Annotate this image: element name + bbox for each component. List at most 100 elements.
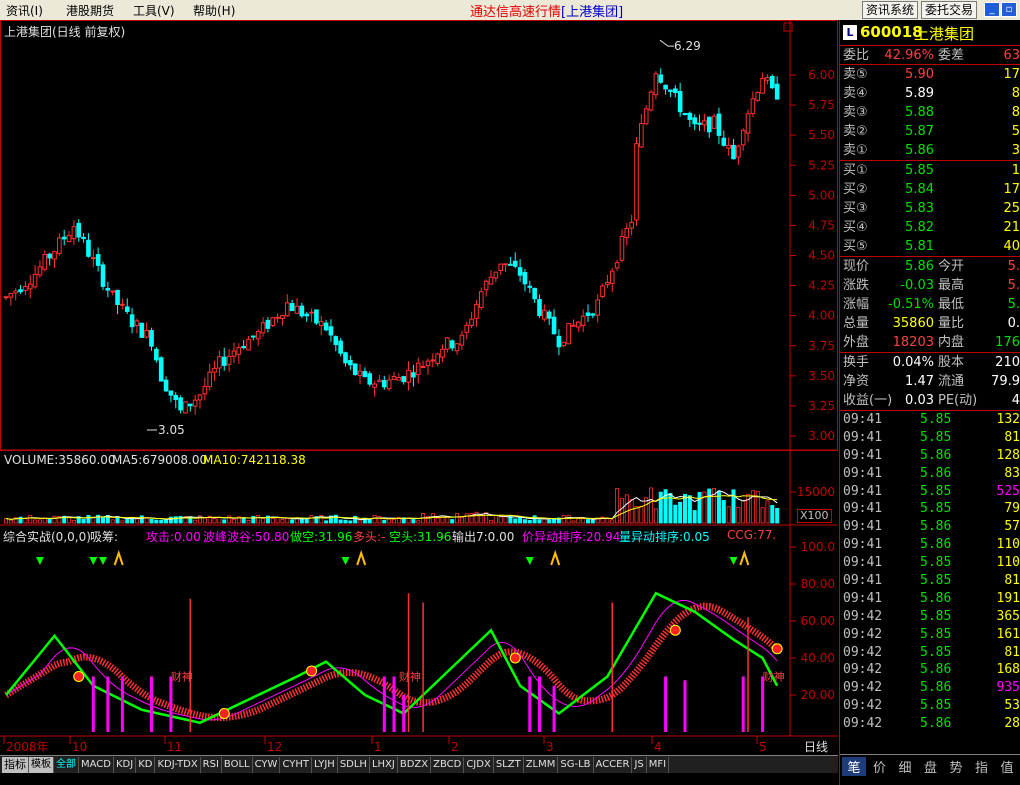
candle-body	[95, 254, 101, 266]
weibi-label: 委比	[843, 48, 870, 63]
indicator-tab-slzt[interactable]: SLZT	[494, 757, 524, 773]
indicator-tab-全部[interactable]: 全部	[54, 757, 79, 773]
indicator-tab-zlmm[interactable]: ZLMM	[524, 757, 559, 773]
candle-body	[435, 353, 440, 364]
sell-row-4[interactable]: 卖④ 5.89 8	[840, 84, 1020, 103]
indicator-tab-boll[interactable]: BOLL	[222, 757, 253, 773]
indicator-label-3: 波峰波谷:50.80	[203, 530, 290, 544]
info-system-button[interactable]: 资讯系统	[862, 1, 919, 19]
sell-row-1[interactable]: 卖① 5.86 3	[840, 141, 1020, 160]
volume-bar	[23, 518, 28, 524]
right-tab-0[interactable]: 笔	[842, 757, 866, 776]
candle-body	[318, 320, 324, 327]
x-tick-label: 4	[654, 740, 662, 754]
sell-row-2[interactable]: 卖② 5.87 5	[840, 122, 1020, 141]
indicator-tab-js[interactable]: JS	[632, 757, 647, 773]
sell-row-2-label: 卖②	[843, 124, 868, 139]
chart-canvas[interactable]: 6.00 5.75 5.50 5.25 5.00 4.75 4.50 4.25 4.00 3.75…	[0, 20, 838, 755]
tick-volume: 128	[996, 447, 1020, 463]
right-tab-3[interactable]: 盘	[919, 757, 943, 776]
tick-list[interactable]: 09:41 5.85 132 09:41 5.85 81 09:41 5.86 128 09:41…	[840, 411, 1020, 733]
indicator-tab-accer[interactable]: ACCER	[594, 757, 633, 773]
volume-bar	[324, 520, 329, 524]
volume-ma10-label: MA10:742118.38	[203, 453, 306, 467]
volume-bar	[134, 518, 139, 524]
tick-volume: 79	[1004, 501, 1020, 517]
tick-row: 09:41 5.85 81	[840, 429, 1020, 447]
stat2-row-0-value2: 210	[995, 355, 1020, 370]
right-tab-2[interactable]: 细	[893, 757, 917, 776]
sell-row-5[interactable]: 卖⑤ 5.90 17	[840, 65, 1020, 84]
trade-button[interactable]: 委托交易	[921, 1, 978, 19]
volume-bar	[488, 520, 493, 524]
indicator-tab-kdj-tdx[interactable]: KDJ-TDX	[155, 757, 201, 773]
stat2-row-2-value2: 4	[1011, 393, 1020, 408]
volume-bar	[372, 514, 377, 524]
menu-item-tools[interactable]: 工具(V)	[133, 2, 175, 19]
buy-row-5[interactable]: 买⑤ 5.81 40	[840, 237, 1020, 256]
app-title-text: 通达信高速行情	[470, 5, 562, 20]
indicator-tab-mfi[interactable]: MFI	[647, 757, 670, 773]
candle-body	[251, 335, 256, 338]
stat-row-3: 总量 35860 量比 0.	[840, 314, 1020, 333]
stat2-row-0-label1: 换手	[843, 355, 870, 370]
indicator-label-2: 攻击:0.00	[146, 530, 201, 544]
indicator-tab-lhxj[interactable]: LHXJ	[370, 757, 398, 773]
indicator-tab-cjdx[interactable]: CJDX	[464, 757, 494, 773]
buy-row-3[interactable]: 买③ 5.83 25	[840, 199, 1020, 218]
candle-body	[86, 239, 91, 257]
right-tab-4[interactable]: 势	[944, 757, 968, 776]
candle-body	[406, 369, 411, 383]
indicator-tab-lyjh[interactable]: LYJH	[312, 757, 338, 773]
indicator-tick-label: 40.00	[801, 651, 835, 665]
sell-row-3-label: 卖③	[843, 105, 868, 120]
volume-bar	[697, 492, 702, 524]
tick-time: 09:41	[843, 483, 883, 499]
menu-item-info[interactable]: 资讯(I)	[6, 2, 43, 19]
right-tab-5[interactable]: 指	[970, 757, 994, 776]
buy-row-2[interactable]: 买② 5.84 17	[840, 180, 1020, 199]
tick-volume: 110	[996, 555, 1020, 571]
menu-item-hk-futures[interactable]: 港股期货	[66, 2, 114, 19]
tick-volume: 168	[996, 662, 1020, 678]
indicator-tab-zbcd[interactable]: ZBCD	[431, 757, 465, 773]
indicator-tab-指标[interactable]: 指标	[2, 757, 29, 773]
right-tab-1[interactable]: 价	[868, 757, 892, 776]
buy-row-1[interactable]: 买① 5.85 1	[840, 161, 1020, 180]
menu-bar: 资讯(I) 港股期货 工具(V) 帮助(H) 通达信高速行情[上港集团] 资讯系…	[0, 0, 1020, 20]
tick-time: 09:42	[843, 680, 883, 696]
volume-bar	[649, 487, 654, 524]
candle-body	[449, 340, 455, 349]
indicator-tab-cyw[interactable]: CYW	[253, 757, 281, 773]
high-marker	[659, 39, 674, 47]
indicator-tab-cyht[interactable]: CYHT	[280, 757, 312, 773]
indicator-tab-macd[interactable]: MACD	[79, 757, 114, 773]
stat-row-4: 外盘 18203 内盘 176	[840, 333, 1020, 352]
buy-row-4[interactable]: 买④ 5.82 21	[840, 218, 1020, 237]
tick-volume: 132	[996, 412, 1020, 427]
candle-body	[183, 401, 188, 414]
candle-body	[144, 329, 149, 338]
indicator-tab-kdj[interactable]: KDJ	[114, 757, 137, 773]
tick-volume: 110	[996, 537, 1020, 553]
volume-bar	[261, 518, 266, 524]
minimize-icon[interactable]: _	[984, 2, 1000, 17]
maximize-box-icon[interactable]	[783, 22, 793, 32]
right-tab-6[interactable]: 值	[995, 757, 1019, 776]
volume-bar	[547, 519, 552, 524]
indicator-tab-bdzx[interactable]: BDZX	[398, 757, 432, 773]
indicator-tab-kd[interactable]: KD	[136, 757, 156, 773]
volume-bar	[33, 519, 38, 524]
period-label[interactable]: 日线	[804, 738, 828, 755]
indicator-tab-rsi[interactable]: RSI	[201, 757, 222, 773]
sell-row-3[interactable]: 卖③ 5.88 8	[840, 103, 1020, 122]
volume-bar	[658, 491, 663, 524]
indicator-tab-模板[interactable]: 模板	[29, 757, 54, 773]
indicator-tab-sdlh[interactable]: SDLH	[338, 757, 370, 773]
menu-item-help[interactable]: 帮助(H)	[193, 2, 235, 19]
indicator-tab-sg-lb[interactable]: SG-LB	[558, 757, 594, 773]
stat-row-4-label1: 外盘	[843, 335, 870, 350]
chart-area[interactable]: 6.00 5.75 5.50 5.25 5.00 4.75 4.50 4.25 4.00 3.75…	[0, 20, 838, 755]
restore-icon[interactable]: ▫	[1001, 2, 1017, 17]
tick-price: 5.86	[920, 662, 952, 678]
